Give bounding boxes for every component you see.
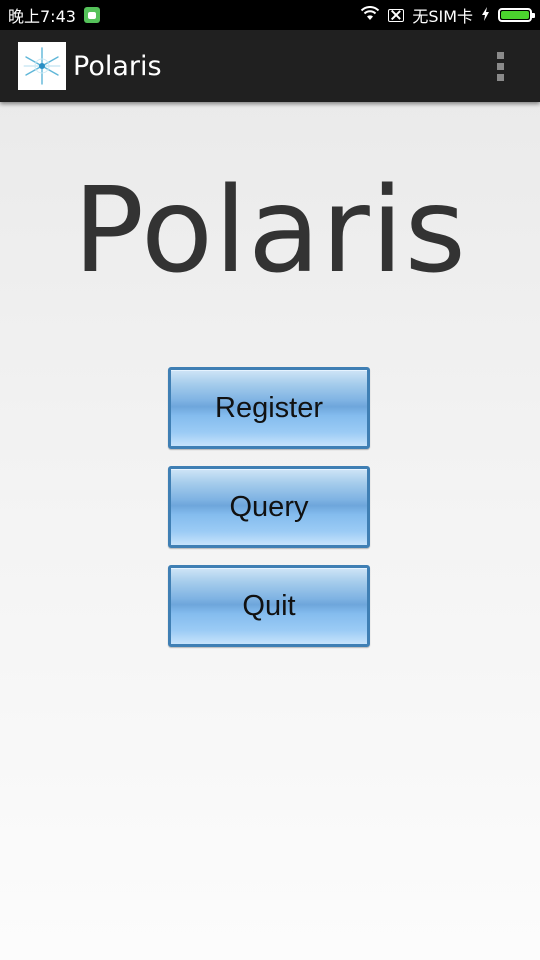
action-bar: Polaris [0, 30, 540, 102]
app-title: Polaris [73, 50, 162, 82]
overflow-menu-icon[interactable] [490, 46, 510, 86]
menu-dot [496, 73, 504, 81]
quit-button[interactable]: Quit [168, 565, 370, 647]
carrier-label: 无SIM卡 [412, 7, 473, 26]
page-heading: Polaris [72, 161, 467, 299]
menu-dot [496, 62, 504, 70]
no-sim-icon [388, 8, 405, 22]
menu-dot [496, 51, 504, 59]
status-right: 无SIM卡 [360, 3, 540, 27]
query-button[interactable]: Query [168, 466, 370, 548]
wifi-icon [360, 5, 380, 25]
status-time: 晚上7:43 [8, 7, 76, 26]
battery-level [501, 11, 529, 19]
status-left: 晚上7:43 [0, 3, 100, 27]
snowflake-logo-icon [18, 42, 66, 90]
register-button[interactable]: Register [168, 367, 370, 449]
notification-icon [83, 7, 100, 23]
battery-icon [498, 8, 535, 22]
status-bar: 晚上7:43 无SIM卡 [0, 0, 540, 30]
charging-icon [481, 6, 490, 25]
